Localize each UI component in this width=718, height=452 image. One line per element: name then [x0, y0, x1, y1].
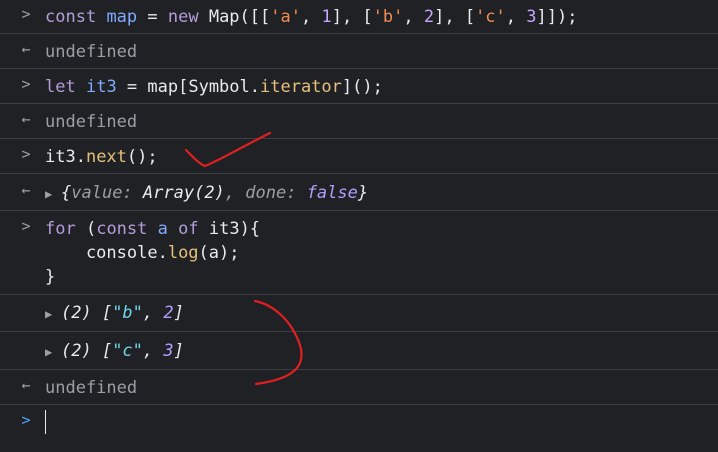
devtools-console: > const map = new Map([['a', 1], ['b', 2…	[0, 0, 718, 452]
prompt-chevron-icon: >	[21, 5, 31, 23]
console-input-row: > it3.next();	[0, 139, 718, 174]
input-code: let it3 = map[Symbol.iterator]();	[45, 77, 383, 97]
log-array-preview[interactable]: ▶ (2) ["b", 2]	[45, 301, 184, 326]
input-code-line-3: }	[45, 267, 56, 287]
console-result-row: ← undefined	[0, 370, 718, 405]
result-value: undefined	[45, 112, 138, 132]
input-code: it3.next();	[45, 147, 158, 167]
input-code-line-2: console.log(a);	[45, 243, 240, 263]
result-value: undefined	[45, 378, 138, 398]
result-arrow-icon: ←	[21, 376, 31, 394]
log-array-preview[interactable]: ▶ (2) ["c", 3]	[45, 339, 184, 364]
console-input-row: > for (const a of it3){ console.log(a); …	[0, 211, 718, 295]
input-code-line-1: for (const a of it3){	[45, 219, 261, 239]
expand-triangle-icon[interactable]: ▶	[45, 302, 61, 326]
console-log-row: ▶ (2) ["b", 2]	[0, 295, 718, 332]
console-result-row: ← undefined	[0, 104, 718, 139]
text-cursor[interactable]	[45, 410, 46, 434]
console-result-row: ← ▶ {value: Array(2), done: false}	[0, 174, 718, 211]
result-value: undefined	[45, 42, 138, 62]
expand-triangle-icon[interactable]: ▶	[45, 182, 61, 206]
result-arrow-icon: ←	[21, 110, 31, 128]
console-prompt-row[interactable]: >	[0, 405, 718, 452]
prompt-chevron-icon: >	[21, 145, 31, 163]
console-input-row: > let it3 = map[Symbol.iterator]();	[0, 69, 718, 104]
prompt-chevron-icon: >	[21, 75, 31, 93]
object-preview[interactable]: ▶ {value: Array(2), done: false}	[45, 181, 368, 206]
console-input-row: > const map = new Map([['a', 1], ['b', 2…	[0, 0, 718, 34]
console-result-row: ← undefined	[0, 34, 718, 69]
input-code: const map = new Map([['a', 1], ['b', 2],…	[45, 7, 578, 27]
prompt-chevron-icon: >	[21, 411, 31, 429]
result-arrow-icon: ←	[21, 181, 31, 199]
prompt-chevron-icon: >	[21, 217, 31, 235]
console-log-row: ▶ (2) ["c", 3]	[0, 332, 718, 370]
expand-triangle-icon[interactable]: ▶	[45, 340, 61, 364]
result-arrow-icon: ←	[21, 40, 31, 58]
